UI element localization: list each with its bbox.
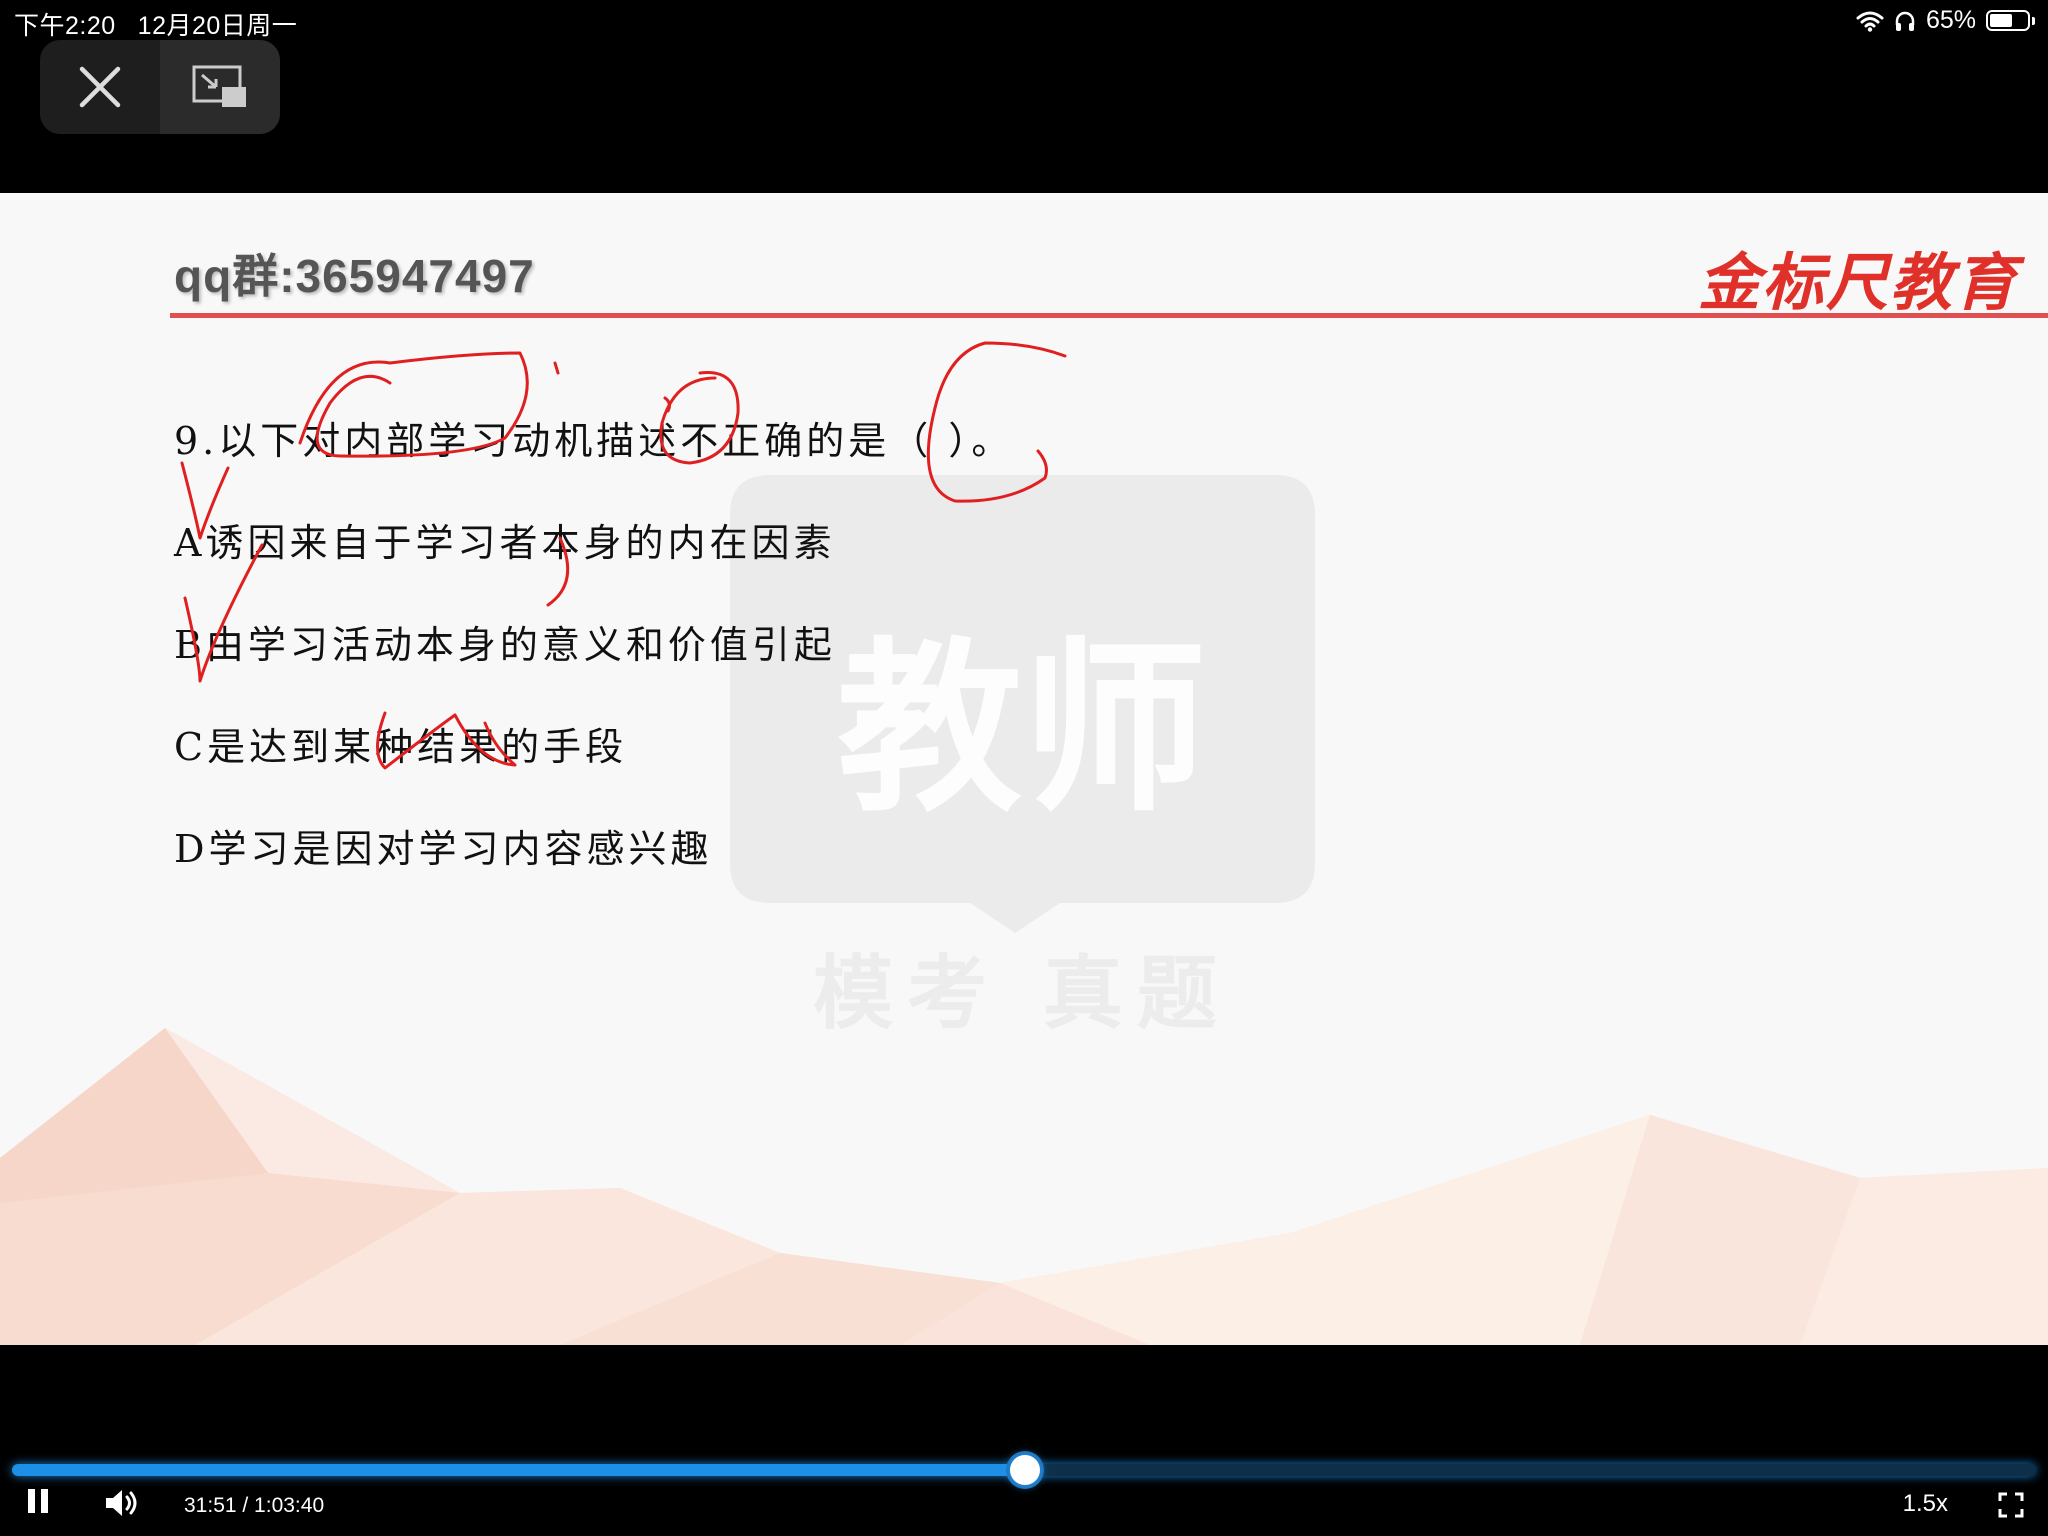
headphones-icon <box>1895 11 1915 31</box>
progress-fill <box>12 1464 1025 1476</box>
close-icon <box>79 66 121 108</box>
status-date: 12月20日周一 <box>137 12 298 40</box>
pause-icon <box>28 1489 48 1513</box>
fullscreen-button[interactable] <box>1998 1492 2024 1523</box>
progress-bar[interactable] <box>12 1455 2036 1485</box>
handwritten-annotations <box>180 341 1067 770</box>
volume-icon <box>106 1490 137 1516</box>
status-bar-right: 65% <box>1856 6 2035 35</box>
status-time: 下午2:20 <box>14 12 116 40</box>
volume-button[interactable] <box>104 1488 140 1523</box>
fullscreen-icon <box>1998 1492 2024 1518</box>
pip-controls <box>40 40 280 134</box>
picture-in-picture-icon <box>192 65 246 107</box>
pause-button[interactable] <box>26 1486 50 1521</box>
playback-speed-button[interactable]: 1.5x <box>1903 1490 1948 1518</box>
time-display: 31:51 / 1:03:40 <box>184 1494 325 1517</box>
battery-percent: 65% <box>1925 6 1976 34</box>
battery-icon <box>1986 10 2035 31</box>
wifi-icon <box>1856 11 1884 32</box>
status-bar-left: 下午2:20 12月20日周一 <box>14 6 297 42</box>
restore-pip-button[interactable] <box>160 40 280 134</box>
progress-scrubber[interactable] <box>1009 1455 1040 1485</box>
close-button[interactable] <box>40 40 160 134</box>
video-frame[interactable]: 教师 模考 真题 qq群:365947497 金标尺教育 9.以下对内部学习动机… <box>0 193 2048 1345</box>
